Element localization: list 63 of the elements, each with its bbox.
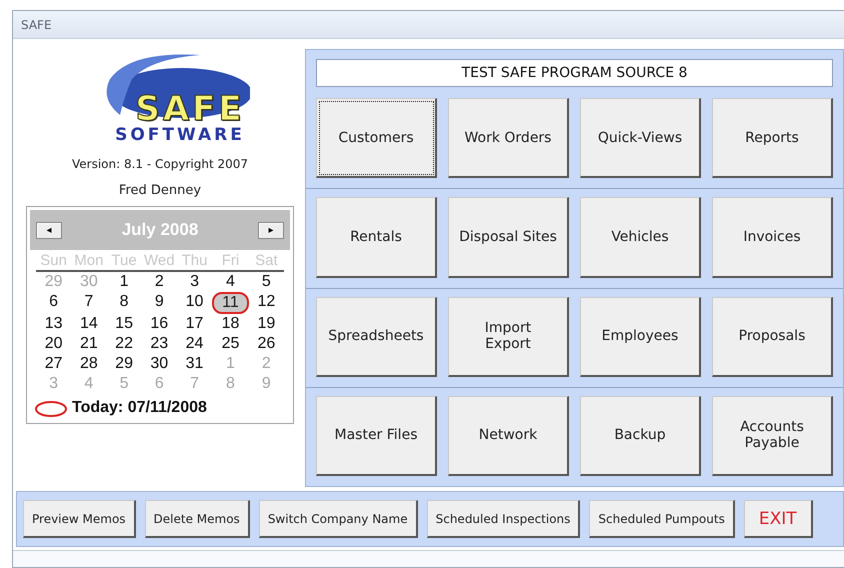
calendar-day[interactable]: 26 (257, 334, 276, 354)
calendar-day[interactable]: 20 (44, 334, 62, 354)
calendar-day[interactable]: 22 (115, 334, 133, 354)
annotation-circle-icon (34, 398, 68, 418)
menu-button[interactable]: Backup (580, 396, 701, 476)
calendar-day[interactable]: 3 (190, 272, 199, 292)
calendar-day[interactable]: 28 (80, 354, 98, 374)
calendar-day[interactable]: 9 (154, 292, 164, 314)
calendar-day[interactable]: 10 (186, 292, 204, 314)
menu-button[interactable]: Network (448, 396, 569, 476)
calendar-day[interactable]: 12 (257, 292, 276, 314)
calendar-day[interactable]: 15 (115, 314, 133, 334)
calendar-day[interactable]: 31 (186, 354, 204, 374)
previous-month-button[interactable]: ◂ (36, 222, 62, 238)
calendar-day[interactable]: 13 (44, 314, 62, 334)
menu-button[interactable]: Disposal Sites (448, 197, 569, 278)
calendar-day[interactable]: 25 (222, 334, 240, 354)
menu-button[interactable]: Master Files (316, 396, 437, 476)
calendar-month: July 2008 (122, 220, 198, 240)
menu-button[interactable]: Spreadsheets (316, 296, 437, 377)
user-name: Fred Denney (118, 183, 202, 198)
calendar-day[interactable]: 24 (186, 334, 204, 354)
calendar-day[interactable]: 4 (226, 272, 235, 292)
calendar-day[interactable]: 7 (84, 292, 94, 314)
toolbar-button[interactable]: Preview Memos (23, 500, 136, 538)
menu-button[interactable]: Customers (316, 98, 437, 178)
menu-button[interactable]: Employees (580, 296, 701, 377)
calendar-day[interactable]: 23 (150, 334, 168, 354)
menu-button[interactable]: Reports (712, 98, 833, 178)
calendar-day[interactable]: 18 (222, 314, 240, 334)
toolbar-button[interactable]: Scheduled Pumpouts (589, 500, 735, 538)
logo-subtitle: SOFTWARE (115, 126, 245, 145)
selected-day[interactable]: 11 (212, 292, 249, 314)
menu-button[interactable]: Rentals (316, 197, 437, 278)
calendar-day[interactable]: 14 (80, 314, 98, 334)
menu-button[interactable]: Vehicles (580, 197, 701, 278)
calendar-day[interactable]: 8 (120, 292, 129, 314)
exit-button[interactable]: EXIT (744, 500, 813, 538)
calendar-day[interactable]: 29 (115, 354, 133, 374)
calendar-day[interactable]: 2 (154, 272, 164, 292)
toolbar-button[interactable]: Delete Memos (144, 500, 250, 538)
calendar-day[interactable]: 5 (262, 272, 271, 292)
menu-button[interactable]: Quick-Views (580, 98, 701, 178)
calendar-day[interactable]: 30 (150, 354, 168, 374)
toolbar-button[interactable]: Scheduled Inspections (426, 500, 580, 538)
program-title: TEST SAFE PROGRAM SOURCE 8 (316, 59, 833, 87)
menu-button[interactable]: Import Export (448, 296, 569, 377)
next-month-button[interactable]: ▸ (258, 222, 284, 238)
calendar-day[interactable]: 21 (80, 334, 98, 354)
calendar-day[interactable]: 1 (120, 272, 129, 292)
menu-button[interactable]: Accounts Payable (712, 396, 833, 476)
menu-button[interactable]: Work Orders (448, 98, 569, 178)
version-text: Version: 8.1 - Copyright 2007 (72, 157, 248, 171)
toolbar-button[interactable]: Switch Company Name (258, 500, 418, 538)
calendar-day[interactable]: 16 (150, 314, 168, 334)
today-date[interactable]: Today: 07/11/2008 (72, 399, 207, 417)
calendar-day[interactable]: 6 (49, 292, 58, 314)
window-title: SAFE (21, 18, 52, 32)
menu-button[interactable]: Proposals (712, 296, 833, 377)
menu-button[interactable]: Invoices (712, 197, 833, 278)
calendar-day[interactable]: 19 (257, 314, 276, 334)
calendar-day[interactable]: 17 (186, 314, 204, 334)
calendar-day[interactable]: 27 (44, 354, 62, 374)
